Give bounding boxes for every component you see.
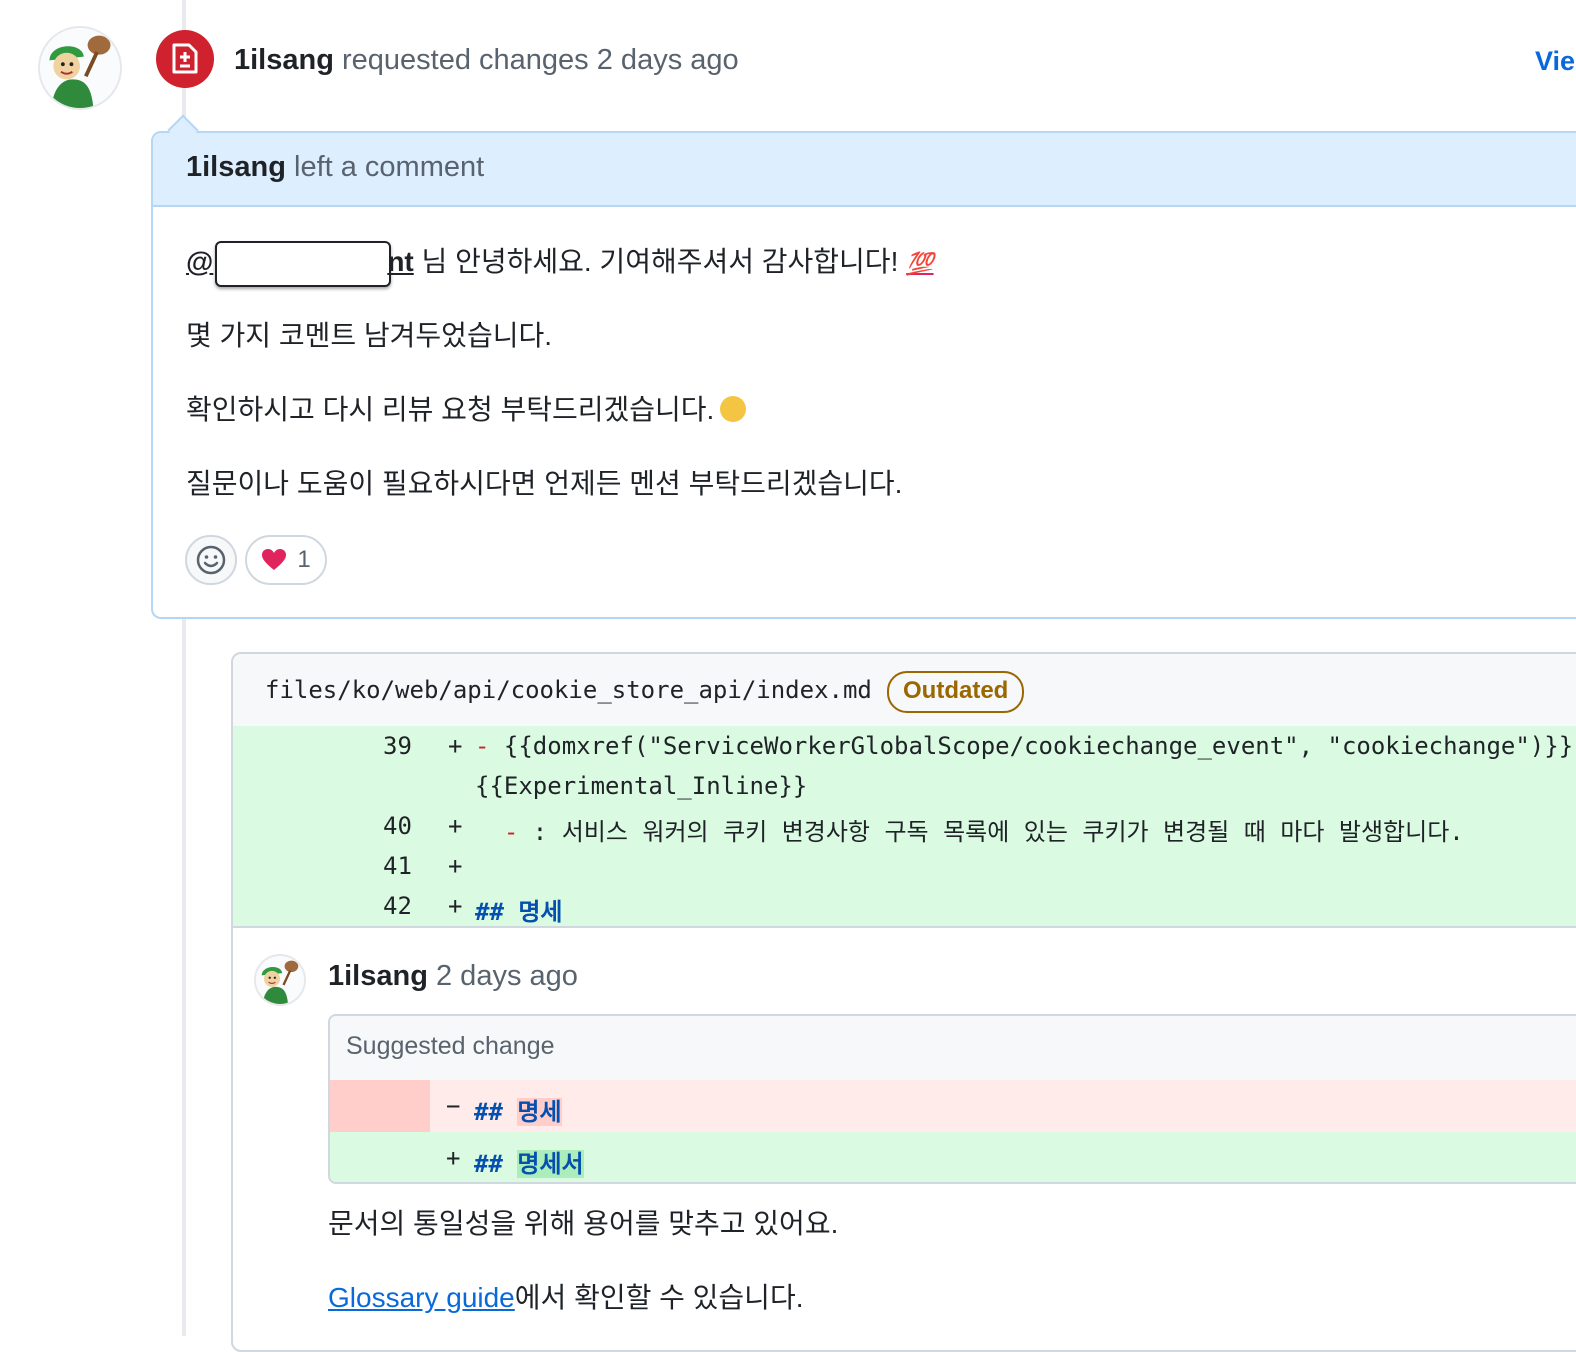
view-reviewed-changes-link[interactable]: Vie bbox=[1535, 46, 1575, 77]
line-number[interactable]: 41 bbox=[383, 852, 412, 880]
author-avatar[interactable] bbox=[38, 26, 122, 110]
comment-line-3-text: 확인하시고 다시 리뷰 요청 부탁드리겠습니다. bbox=[186, 394, 715, 425]
suggested-change-box: Suggested change − ## 명세 + ## 명세서 bbox=[328, 1014, 1576, 1184]
diff-code: - : 서비스 워커의 쿠키 변경사항 구독 목록에 있는 쿠키가 변경될 때 … bbox=[475, 812, 1464, 847]
suggested-change-title: Suggested change bbox=[346, 1032, 555, 1060]
diff-sign: + bbox=[448, 852, 463, 880]
reply-text-1: 문서의 통일성을 위해 용어를 맞추고 있어요. bbox=[328, 1208, 839, 1239]
reply-header: 1ilsang 2 days ago bbox=[328, 960, 578, 993]
suggestion-deleted-line: − ## 명세 bbox=[330, 1080, 1576, 1132]
reply-author-avatar[interactable] bbox=[254, 954, 306, 1006]
diff-sign: + bbox=[448, 892, 463, 920]
avatar-illustration-icon bbox=[40, 28, 120, 108]
changes-requested-icon bbox=[156, 30, 214, 88]
heart-icon bbox=[262, 549, 287, 570]
reply-text-2-suffix: 에서 확인할 수 있습니다. bbox=[514, 1282, 804, 1313]
comment-header: 1ilsang left a comment bbox=[186, 151, 484, 184]
list-dash: - bbox=[475, 818, 519, 846]
code-text: 명세 bbox=[503, 898, 563, 926]
comment-author-link[interactable]: 1ilsang bbox=[186, 151, 286, 183]
reply-time[interactable]: 2 days ago bbox=[436, 960, 578, 992]
diff-line: 39 + - {{domxref("ServiceWorkerGlobalSco… bbox=[233, 726, 1576, 766]
heart-reaction-button[interactable]: 1 bbox=[245, 535, 327, 585]
diff-sign: + bbox=[448, 812, 463, 840]
file-path-link[interactable]: files/ko/web/api/cookie_store_api/index.… bbox=[265, 676, 872, 704]
reply-author-link[interactable]: 1ilsang bbox=[328, 960, 428, 992]
comment-line-greeting: @ nt 님 안녕하세요. 기여해주셔서 감사합니다! 💯 bbox=[186, 240, 934, 287]
add-reaction-button[interactable] bbox=[185, 535, 237, 585]
heading-mark: ## bbox=[474, 1150, 503, 1178]
line-number[interactable]: 39 bbox=[383, 732, 412, 760]
diff-line: 41 + bbox=[233, 846, 1576, 886]
diff-sign: − bbox=[446, 1092, 461, 1120]
code-text: {{Experimental_Inline}} bbox=[475, 772, 808, 800]
diff-code: {{Experimental_Inline}} bbox=[475, 772, 807, 800]
list-dash: - bbox=[475, 732, 490, 760]
glossary-guide-link[interactable]: Glossary guide bbox=[328, 1282, 515, 1313]
heart-reaction-count: 1 bbox=[297, 546, 311, 573]
diff-line: 42 + ## 명세 bbox=[233, 886, 1576, 926]
code-text: {{domxref("ServiceWorkerGlobalScope/cook… bbox=[489, 732, 1574, 760]
diff-line: {{Experimental_Inline}} bbox=[233, 766, 1576, 806]
diff-code: ## 명세서 bbox=[474, 1144, 584, 1179]
comment-action: left a comment bbox=[294, 151, 485, 183]
heading-mark: ## bbox=[474, 1098, 503, 1126]
mention-prefix: @ bbox=[186, 246, 214, 277]
user-mention-link[interactable]: @ nt bbox=[186, 240, 414, 287]
code-text: : 서비스 워커의 쿠키 변경사항 구독 목록에 있는 쿠키가 변경될 때 마다… bbox=[518, 818, 1464, 846]
suggested-change-header: Suggested change bbox=[330, 1016, 1576, 1082]
diff-code: ## 명세 bbox=[475, 892, 563, 927]
review-author-link[interactable]: 1ilsang bbox=[234, 44, 334, 76]
diff-code: ## 명세 bbox=[474, 1092, 562, 1127]
greeting-text: 님 안녕하세요. 기여해주셔서 감사합니다! bbox=[413, 246, 907, 277]
review-action: requested changes bbox=[342, 44, 589, 76]
bowing-face-icon bbox=[720, 396, 747, 422]
hundred-points-icon: 💯 bbox=[906, 251, 934, 276]
review-time[interactable]: 2 days ago bbox=[597, 44, 739, 76]
diff-sign: + bbox=[448, 732, 463, 760]
line-number[interactable]: 42 bbox=[383, 892, 412, 920]
review-header: 1ilsang requested changes 2 days ago bbox=[234, 44, 739, 77]
diff-gutter bbox=[330, 1080, 430, 1132]
review-thread-file: files/ko/web/api/cookie_store_api/index.… bbox=[231, 652, 1576, 1352]
comment-line-4: 질문이나 도움이 필요하시다면 언제든 멘션 부탁드리겠습니다. bbox=[186, 468, 903, 499]
comment-line-3: 확인하시고 다시 리뷰 요청 부탁드리겠습니다. bbox=[186, 388, 747, 428]
diff-code: - {{domxref("ServiceWorkerGlobalScope/co… bbox=[475, 732, 1573, 760]
suggestion-added-line: + ## 명세서 bbox=[330, 1132, 1576, 1182]
line-number[interactable]: 40 bbox=[383, 812, 412, 840]
file-header: files/ko/web/api/cookie_store_api/index.… bbox=[233, 654, 1576, 726]
reply-text-2: Glossary guide에서 확인할 수 있습니다. bbox=[328, 1276, 803, 1316]
redacted-username bbox=[215, 240, 392, 287]
comment-line-2: 몇 가지 코멘트 남겨두었습니다. bbox=[186, 320, 552, 351]
added-word: 명세서 bbox=[517, 1150, 584, 1178]
diff-hunk: 39 + - {{domxref("ServiceWorkerGlobalSco… bbox=[233, 726, 1576, 928]
diff-sign: + bbox=[446, 1144, 461, 1172]
diff-gutter bbox=[330, 1132, 430, 1182]
heading-mark: ## bbox=[475, 898, 504, 926]
avatar-illustration-icon bbox=[256, 956, 304, 1004]
outdated-badge: Outdated bbox=[887, 671, 1025, 713]
smiley-icon bbox=[196, 545, 226, 575]
diff-line: 40 + - : 서비스 워커의 쿠키 변경사항 구독 목록에 있는 쿠키가 변… bbox=[233, 806, 1576, 846]
deleted-word: 명세 bbox=[517, 1098, 562, 1126]
mention-suffix: nt bbox=[387, 246, 414, 277]
